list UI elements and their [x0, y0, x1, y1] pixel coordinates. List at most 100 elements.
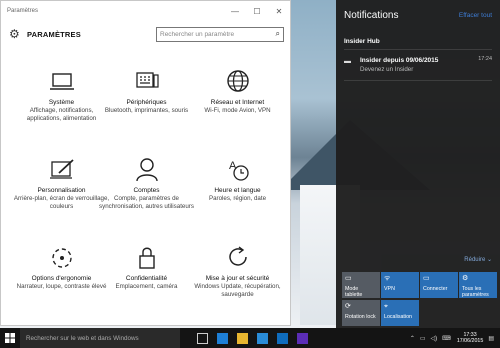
search-input[interactable]: Rechercher un paramètre ⌕ — [156, 26, 284, 42]
taskbar-apps — [192, 328, 312, 348]
clock[interactable]: 17:33 17/06/2015 — [457, 332, 484, 345]
folder-icon — [236, 332, 248, 344]
ease-of-access-icon — [51, 248, 72, 268]
location-icon: ⌖ — [384, 303, 388, 310]
tile-label: Connecter — [423, 286, 448, 292]
maximize-button[interactable]: ☐ — [246, 1, 268, 21]
lock-icon — [138, 247, 155, 269]
collapse-link[interactable]: Réduire ⌄ — [464, 256, 492, 263]
explorer-button[interactable] — [232, 328, 252, 348]
vpn-icon: ᯤ — [384, 275, 391, 282]
time-language-icon: A — [229, 160, 249, 181]
collapse-label: Réduire — [464, 257, 486, 263]
store-button[interactable] — [252, 328, 272, 348]
category-name: Mise à jour et sécurité — [205, 275, 270, 282]
settings-icon: ⚙ — [462, 275, 469, 282]
minimize-button[interactable]: — — [224, 1, 246, 21]
category-name: Comptes — [133, 187, 160, 194]
paint-icon — [49, 159, 74, 179]
tile-location[interactable]: ⌖ Localisation — [381, 300, 419, 326]
page-title: PARAMÈTRES — [27, 29, 81, 39]
tablet-mode-icon: ▭ — [345, 275, 352, 282]
laptop-icon — [49, 73, 74, 90]
notification-title: Insider depuis 09/06/2015 — [360, 57, 439, 64]
category-name: Confidentialité — [125, 275, 168, 282]
mail-icon — [276, 332, 288, 344]
category-update-security[interactable]: Mise à jour et sécurité Windows Update, … — [189, 245, 286, 299]
category-name: Options d'ergonomie — [31, 275, 92, 282]
category-name: Périphériques — [126, 99, 167, 106]
category-desc: Affichage, notifications, applications, … — [26, 107, 97, 122]
settings-app-button[interactable] — [292, 328, 312, 348]
action-center-icon[interactable]: ▤ — [488, 335, 494, 342]
category-desc: Wi-Fi, mode Avion, VPN — [204, 107, 271, 114]
clear-all-link[interactable]: Effacer tout — [459, 12, 492, 19]
settings-window: Paramètres — ☐ ✕ ⚙ PARAMÈTRES Rechercher… — [0, 0, 291, 326]
notification-item[interactable]: ▬ Insider depuis 09/06/2015 Devenez un I… — [336, 50, 500, 80]
tile-tablet-mode[interactable]: ▭ Mode tablette — [342, 272, 380, 298]
category-desc: Emplacement, caméra — [115, 283, 178, 290]
chevron-down-icon: ⌄ — [486, 257, 492, 263]
windows-logo-icon — [5, 333, 15, 343]
category-desc: Paroles, région, date — [208, 195, 267, 202]
category-name: Système — [48, 99, 75, 106]
close-button[interactable]: ✕ — [268, 1, 290, 21]
clock-date: 17/06/2015 — [456, 338, 484, 344]
category-ease-of-access[interactable]: Options d'ergonomie Narrateur, loupe, co… — [13, 245, 110, 291]
settings-app-icon — [296, 332, 308, 344]
chevron-up-icon[interactable]: ⌃ — [410, 335, 415, 342]
tile-connect[interactable]: ▭ Connecter — [420, 272, 458, 298]
action-center-title: Notifications — [344, 9, 399, 21]
keyboard-icon — [135, 72, 159, 88]
category-name: Réseau et Internet — [210, 99, 265, 106]
category-time-language[interactable]: A Heure et langue Paroles, région, date — [189, 157, 286, 203]
category-system[interactable]: Système Affichage, notifications, applic… — [13, 69, 110, 123]
insider-hub-icon: ▬ — [344, 58, 351, 65]
category-name: Heure et langue — [214, 187, 261, 194]
notification-body: Insider depuis 09/06/2015 Devenez un Ins… — [354, 56, 478, 74]
taskbar-search[interactable]: Rechercher sur le web et dans Windows — [20, 328, 180, 348]
network-icon[interactable]: ▭ — [420, 335, 426, 342]
tile-rotation-lock[interactable]: ⟳ Rotation lock — [342, 300, 380, 326]
settings-header: ⚙ PARAMÈTRES Rechercher un paramètre ⌕ — [1, 21, 290, 47]
globe-icon — [226, 70, 249, 92]
outlook-button[interactable] — [272, 328, 292, 348]
category-desc: Windows Update, récupération, sauvegarde — [194, 283, 281, 298]
edge-icon — [216, 332, 228, 344]
rotation-lock-icon: ⟳ — [345, 303, 351, 310]
tile-label: Mode tablette — [345, 286, 363, 298]
notification-group-title: Insider Hub — [344, 38, 380, 45]
volume-icon[interactable]: ◁) — [431, 335, 438, 342]
edge-button[interactable] — [212, 328, 232, 348]
title-bar: Paramètres — ☐ ✕ — [1, 1, 290, 21]
start-button[interactable] — [0, 328, 20, 348]
category-desc: Compte, paramètres de synchronisation, a… — [99, 195, 194, 210]
connect-icon: ▭ — [423, 275, 430, 282]
gear-icon: ⚙ — [9, 27, 20, 41]
task-view-icon — [196, 332, 208, 344]
action-center-header: Notifications Effacer tout — [336, 0, 500, 30]
category-personalization[interactable]: Personnalisation Arrière-plan, écran de … — [13, 157, 110, 211]
category-devices[interactable]: Périphériques Bluetooth, imprimantes, so… — [98, 69, 195, 115]
notification-time: 17:24 — [478, 56, 492, 62]
tile-label: Localisation — [384, 314, 412, 320]
tile-vpn[interactable]: ᯤ VPN — [381, 272, 419, 298]
category-desc: Narrateur, loupe, contraste élevé — [16, 283, 107, 290]
category-accounts[interactable]: Comptes Compte, paramètres de synchronis… — [98, 157, 195, 211]
category-privacy[interactable]: Confidentialité Emplacement, caméra — [98, 245, 195, 291]
update-icon — [228, 246, 247, 266]
system-tray: ⌃ ▭ ◁) ⌨ 17:33 17/06/2015 ▤ — [405, 332, 500, 345]
search-icon: ⌕ — [275, 29, 280, 38]
tile-all-settings[interactable]: ⚙ Tous les paramètres — [459, 272, 497, 298]
person-icon — [135, 158, 158, 182]
taskbar-search-placeholder: Rechercher sur le web et dans Windows — [26, 334, 139, 342]
tile-label: Tous les paramètres — [462, 286, 489, 298]
window-title: Paramètres — [7, 8, 39, 14]
category-network[interactable]: Réseau et Internet Wi-Fi, mode Avion, VP… — [189, 69, 286, 115]
notification-subtitle: Devenez un Insider — [360, 66, 414, 73]
task-view-button[interactable] — [192, 328, 212, 348]
keyboard-layout-icon[interactable]: ⌨ — [442, 335, 451, 342]
category-desc: Bluetooth, imprimantes, souris — [104, 107, 189, 114]
category-desc: Arrière-plan, écran de verrouillage, cou… — [13, 195, 110, 210]
search-placeholder: Rechercher un paramètre — [160, 30, 235, 38]
